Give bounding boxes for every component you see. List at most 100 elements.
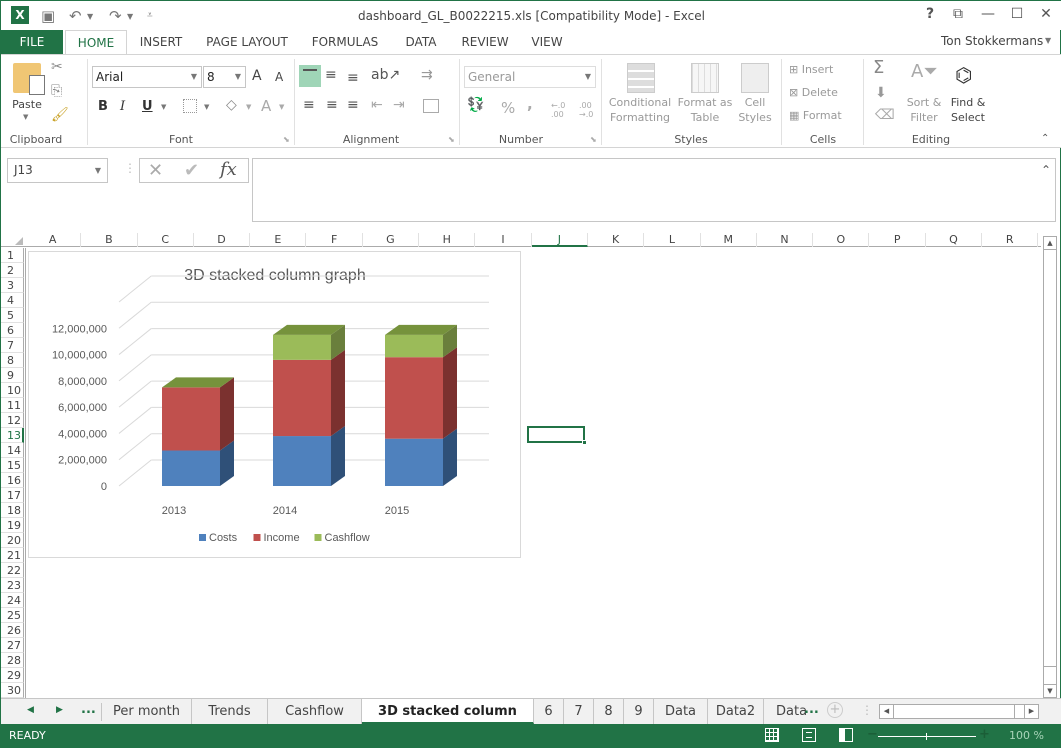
help-button[interactable]: ? [917,6,943,22]
top-align-button[interactable] [299,65,321,87]
merge-center-icon[interactable] [423,99,439,113]
scroll-right-button[interactable]: ▶ [1024,705,1038,718]
paste-dropdown-icon[interactable]: ▼ [23,113,28,121]
row-header-9[interactable]: 9 [1,368,24,383]
zoom-in-button[interactable]: + [979,727,990,742]
more-sheets-left-button[interactable]: ... [81,702,96,717]
align-right-icon[interactable]: ≡ [347,97,359,113]
sheet-tab-data[interactable]: Data [654,699,708,724]
horizontal-scrollbar[interactable]: ◀ ▶ [879,704,1039,719]
confirm-entry-button[interactable]: ✔ [184,160,199,181]
sort-filter-button[interactable]: Sort & Filter [905,95,943,125]
formula-input[interactable]: ⌃ [252,158,1056,222]
middle-align-icon[interactable]: ≡ [325,67,337,83]
row-header-11[interactable]: 11 [1,398,24,413]
align-center-icon[interactable]: ≡ [326,97,338,113]
decrease-indent-icon[interactable]: ⇤ [371,97,383,113]
row-header-14[interactable]: 14 [1,443,24,458]
sheet-tab-trends[interactable]: Trends [192,699,268,724]
row-header-28[interactable]: 28 [1,653,24,668]
shrink-font-button[interactable]: A [275,70,283,84]
accounting-format-icon[interactable]: 💱 [467,97,484,113]
tab-view[interactable]: VIEW [525,30,569,54]
column-header-b[interactable]: B [81,233,138,247]
find-select-button[interactable]: Find & Select [947,95,989,125]
minimize-button[interactable]: — [975,6,1001,22]
cell-styles-button[interactable]: Cell Styles [735,95,775,125]
sheet-tab-7[interactable]: 7 [564,699,594,724]
font-name-combo[interactable]: Arial ▼ [92,66,202,88]
column-header-o[interactable]: O [813,233,870,247]
row-header-20[interactable]: 20 [1,533,24,548]
column-header-g[interactable]: G [363,233,420,247]
sheet-tab-6[interactable]: 6 [534,699,564,724]
page-layout-view-button[interactable] [802,728,816,742]
column-header-q[interactable]: Q [926,233,983,247]
column-header-h[interactable]: H [419,233,476,247]
row-header-30[interactable]: 30 [1,683,24,698]
column-header-c[interactable]: C [138,233,194,247]
row-header-23[interactable]: 23 [1,578,24,593]
column-header-e[interactable]: E [250,233,307,247]
scroll-down-button[interactable]: ▼ [1044,684,1056,697]
percent-style-button[interactable]: % [501,99,515,117]
normal-view-button[interactable] [765,728,779,742]
column-header-n[interactable]: N [757,233,814,247]
autosum-button[interactable]: Σ [873,57,884,78]
column-header-k[interactable]: K [588,233,645,247]
row-header-1[interactable]: 1 [1,248,24,263]
column-header-j[interactable]: J [531,233,588,247]
zoom-level[interactable]: 100 % [1009,729,1044,742]
number-dialog-launcher-icon[interactable]: ⬊ [590,135,597,144]
column-header-f[interactable]: F [307,233,363,247]
increase-indent-icon[interactable]: ⇥ [393,97,405,113]
clear-icon[interactable]: ⌫ [875,107,895,123]
alignment-dialog-launcher-icon[interactable]: ⬊ [448,135,455,144]
tab-formulas[interactable]: FORMULAS [307,30,383,54]
copy-icon[interactable]: ⎘ [51,83,62,99]
column-header-r[interactable]: R [982,233,1039,247]
borders-icon[interactable] [183,99,197,113]
paste-button[interactable]: Paste [7,97,47,112]
underline-button[interactable]: U [142,99,153,114]
font-color-button[interactable]: A [261,97,271,115]
collapse-formula-bar-icon[interactable]: ⌃ [1041,163,1051,177]
row-header-15[interactable]: 15 [1,458,24,473]
fill-color-dropdown-icon[interactable]: ▼ [246,103,251,111]
row-header-22[interactable]: 22 [1,563,24,578]
vertical-scrollbar[interactable]: ▲ ▼ [1043,236,1057,698]
row-header-25[interactable]: 25 [1,608,24,623]
sheet-tab-cashflow[interactable]: Cashflow [268,699,362,724]
row-header-26[interactable]: 26 [1,623,24,638]
horizontal-scroll-thumb[interactable] [895,705,1015,718]
fill-color-icon[interactable]: ◇ [226,97,237,113]
zoom-out-button[interactable]: − [867,727,878,742]
row-header-5[interactable]: 5 [1,308,24,323]
tab-file[interactable]: FILE [1,30,63,54]
more-sheets-right-button[interactable]: ... [804,702,819,717]
row-header-13[interactable]: 13 [1,428,24,443]
row-header-18[interactable]: 18 [1,503,24,518]
column-header-p[interactable]: P [870,233,926,247]
user-account[interactable]: Ton Stokkermans [941,34,1043,48]
previous-sheet-button[interactable]: ◀ [27,705,34,715]
row-header-24[interactable]: 24 [1,593,24,608]
font-color-dropdown-icon[interactable]: ▼ [279,103,284,111]
page-break-preview-button[interactable] [839,728,853,742]
close-button[interactable]: ✕ [1033,6,1059,22]
column-header-a[interactable]: A [25,233,82,247]
zoom-slider[interactable] [878,733,976,740]
row-header-19[interactable]: 19 [1,518,24,533]
ribbon-display-options-button[interactable]: ⧉ [945,6,971,22]
column-header-m[interactable]: M [701,233,757,247]
vertical-scroll-thumb[interactable] [1044,251,1056,667]
tab-home[interactable]: HOME [65,30,127,55]
font-size-combo[interactable]: 8 ▼ [203,66,246,88]
bold-button[interactable]: B [98,99,108,114]
sheet-tab-9[interactable]: 9 [624,699,654,724]
chart-object[interactable]: 3D stacked column graph 0 2,000,000 4,000,… [28,251,521,558]
zoom-slider-thumb[interactable] [926,733,927,740]
orientation-icon[interactable]: ab↗ [371,67,400,83]
wrap-text-icon[interactable]: ⇉ [421,67,433,83]
row-header-4[interactable]: 4 [1,293,24,308]
